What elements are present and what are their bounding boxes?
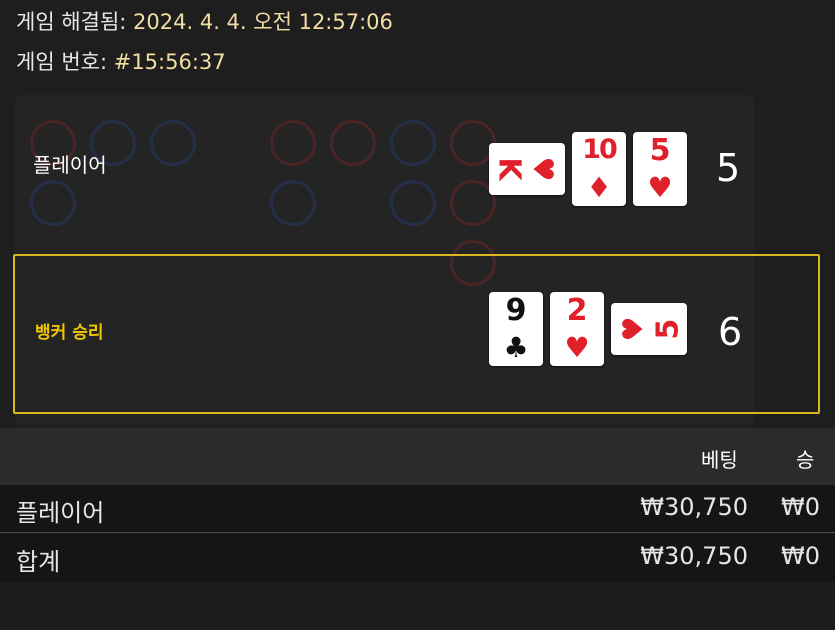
win-amount: ₩0 xyxy=(781,493,820,521)
player-result-panel: 플레이어 K ♥ 10 ♦ 5 ♥ 5 xyxy=(13,112,820,230)
playing-card: 5 ♥ xyxy=(611,303,687,355)
bets-table-header: 베팅 승 xyxy=(0,428,835,485)
bet-amount: ₩30,750 xyxy=(640,493,748,521)
total-label: 합계 xyxy=(16,548,61,576)
game-resolved-line: 게임 해결됨: 2024. 4. 4. 오전 12:57:06 xyxy=(16,6,393,36)
playing-card: 9 ♣ xyxy=(489,292,543,366)
player-label: 플레이어 xyxy=(33,153,107,177)
club-suit-icon: ♣ xyxy=(503,331,529,364)
banker-cards: 9 ♣ 2 ♥ 5 ♥ xyxy=(489,292,694,366)
game-resolved-label: 게임 해결됨: xyxy=(16,10,127,34)
banker-score: 6 xyxy=(718,310,743,354)
card-rank: K xyxy=(491,157,527,181)
game-resolved-value: 2024. 4. 4. 오전 12:57:06 xyxy=(133,10,393,34)
game-number-line: 게임 번호: #15:56:37 xyxy=(16,46,226,76)
playing-card: 5 ♥ xyxy=(633,132,687,206)
banker-win-label: 뱅커 승리 xyxy=(35,323,104,343)
player-score: 5 xyxy=(716,146,741,190)
heart-suit-icon: ♥ xyxy=(526,156,560,182)
total-row: 합계 ₩30,750 ₩0 xyxy=(0,534,835,582)
bottom-area xyxy=(0,583,835,630)
game-number-label: 게임 번호: xyxy=(16,50,108,74)
card-rank: 5 xyxy=(649,133,671,168)
card-rank: 2 xyxy=(566,293,588,328)
card-rank: 5 xyxy=(650,318,686,340)
card-rank: 10 xyxy=(582,134,618,165)
playing-card: K ♥ xyxy=(489,143,565,195)
card-rank: 9 xyxy=(505,293,527,328)
column-header-win: 승 xyxy=(796,448,815,472)
total-win-amount: ₩0 xyxy=(781,542,820,570)
diamond-suit-icon: ♦ xyxy=(586,171,612,204)
total-bet-amount: ₩30,750 xyxy=(640,542,748,570)
column-header-bet: 베팅 xyxy=(701,448,738,472)
heart-suit-icon: ♥ xyxy=(564,331,590,364)
heart-suit-icon: ♥ xyxy=(616,316,650,342)
bet-name: 플레이어 xyxy=(16,499,105,527)
heart-suit-icon: ♥ xyxy=(647,171,673,204)
game-number-value: #15:56:37 xyxy=(113,50,226,74)
playing-card: 10 ♦ xyxy=(572,132,626,206)
playing-card: 2 ♥ xyxy=(550,292,604,366)
player-cards: K ♥ 10 ♦ 5 ♥ xyxy=(489,132,694,206)
banker-result-panel: 뱅커 승리 9 ♣ 2 ♥ 5 ♥ 6 xyxy=(13,254,820,414)
table-row: 플레이어 ₩30,750 ₩0 xyxy=(0,485,835,533)
